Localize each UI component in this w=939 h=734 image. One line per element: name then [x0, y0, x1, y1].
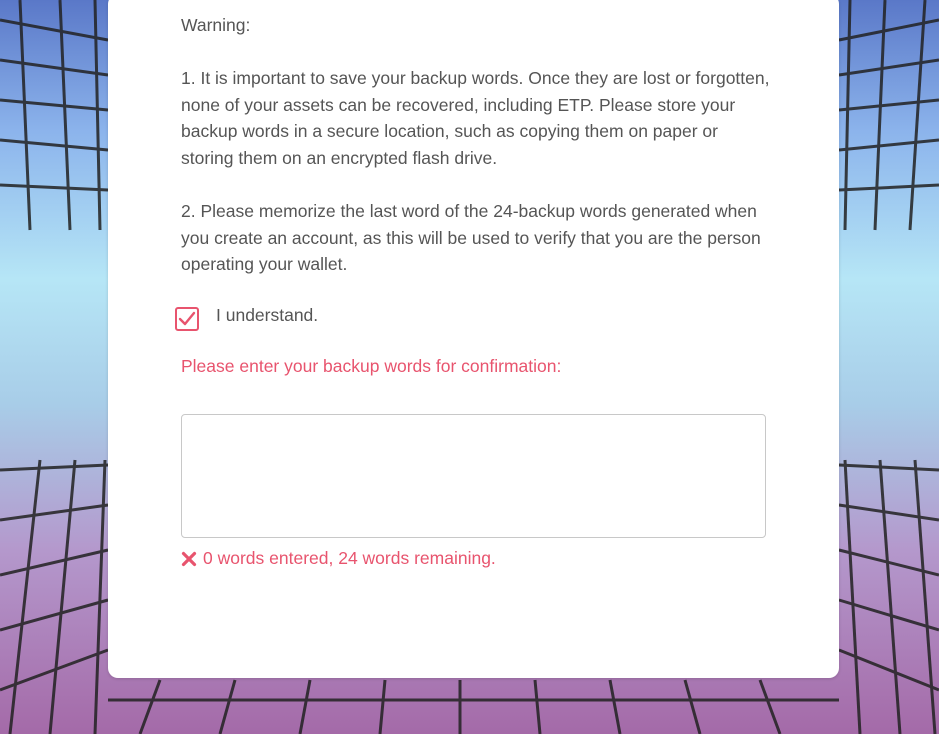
backup-confirmation-card: Warning: 1. It is important to save your… — [108, 0, 839, 678]
backup-words-input[interactable] — [181, 414, 766, 538]
word-count-status: 0 words entered, 24 words remaining. — [181, 548, 496, 569]
warning-point-2: 2. Please memorize the last word of the … — [181, 201, 761, 275]
backup-prompt: Please enter your backup words for confi… — [181, 356, 562, 376]
warning-text-block: Warning: 1. It is important to save your… — [181, 12, 771, 278]
understand-row[interactable]: I understand. — [175, 304, 319, 331]
warning-point-1: 1. It is important to save your backup w… — [181, 68, 770, 168]
understand-label: I understand. — [216, 304, 319, 325]
checkmark-icon — [178, 311, 196, 326]
x-icon — [181, 551, 197, 567]
warning-heading: Warning: — [181, 15, 251, 35]
understand-checkbox[interactable] — [175, 307, 199, 331]
word-count-text: 0 words entered, 24 words remaining. — [203, 548, 496, 568]
